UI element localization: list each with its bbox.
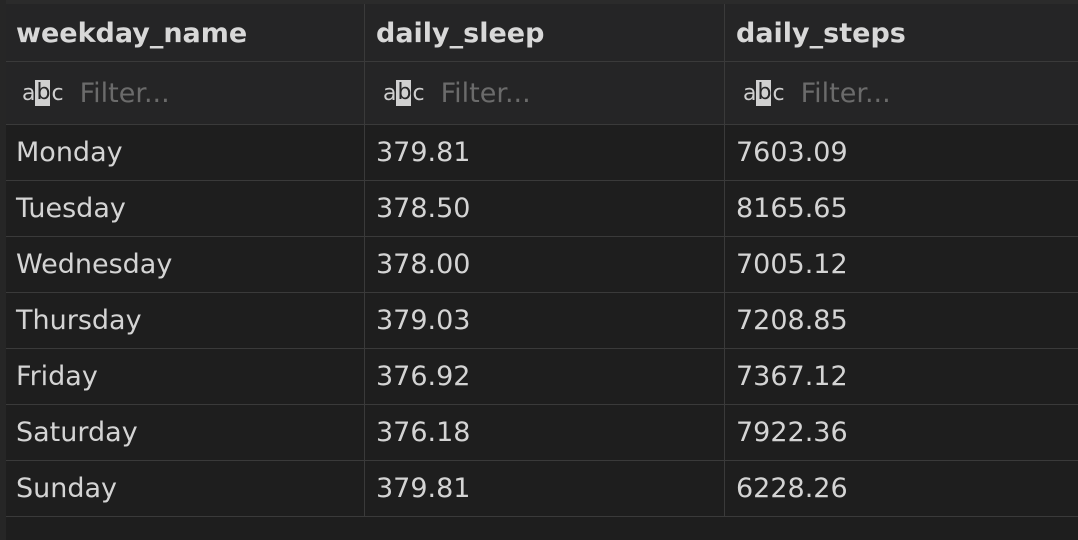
column-header-daily-steps[interactable]: daily_steps — [725, 4, 1078, 61]
cell-daily-sleep[interactable]: 376.18 — [365, 405, 725, 460]
cell-daily-steps[interactable]: 7367.12 — [725, 349, 1078, 404]
text-type-icon: abc — [383, 80, 425, 106]
filter-cell-weekday-name: abc — [6, 62, 365, 124]
cell-weekday-name[interactable]: Tuesday — [6, 181, 365, 236]
data-grid: weekday_name daily_sleep daily_steps abc… — [0, 0, 1078, 540]
cell-daily-steps[interactable]: 6228.26 — [725, 461, 1078, 516]
cell-weekday-name[interactable]: Saturday — [6, 405, 365, 460]
table-row[interactable]: Tuesday 378.50 8165.65 — [6, 181, 1078, 237]
cell-weekday-name[interactable]: Friday — [6, 349, 365, 404]
filter-input-daily-steps[interactable] — [800, 77, 1061, 109]
filter-row: abc abc abc — [6, 62, 1078, 125]
cell-daily-steps[interactable]: 7005.12 — [725, 237, 1078, 292]
cell-daily-steps[interactable]: 7603.09 — [725, 125, 1078, 180]
cell-weekday-name[interactable]: Sunday — [6, 461, 365, 516]
cell-daily-steps[interactable]: 8165.65 — [725, 181, 1078, 236]
grid-footer-space — [6, 517, 1078, 535]
cell-daily-sleep[interactable]: 378.00 — [365, 237, 725, 292]
cell-weekday-name[interactable]: Monday — [6, 125, 365, 180]
table-row[interactable]: Sunday 379.81 6228.26 — [6, 461, 1078, 517]
header-row: weekday_name daily_sleep daily_steps — [6, 0, 1078, 62]
cell-daily-sleep[interactable]: 378.50 — [365, 181, 725, 236]
column-header-weekday-name[interactable]: weekday_name — [6, 4, 365, 61]
table-row[interactable]: Monday 379.81 7603.09 — [6, 125, 1078, 181]
table-row[interactable]: Saturday 376.18 7922.36 — [6, 405, 1078, 461]
text-type-icon: abc — [22, 80, 64, 106]
cell-weekday-name[interactable]: Thursday — [6, 293, 365, 348]
table-row[interactable]: Wednesday 378.00 7005.12 — [6, 237, 1078, 293]
text-type-icon: abc — [743, 80, 785, 106]
cell-daily-steps[interactable]: 7922.36 — [725, 405, 1078, 460]
cell-daily-sleep[interactable]: 379.03 — [365, 293, 725, 348]
cell-daily-steps[interactable]: 7208.85 — [725, 293, 1078, 348]
cell-weekday-name[interactable]: Wednesday — [6, 237, 365, 292]
filter-cell-daily-steps: abc — [725, 62, 1078, 124]
filter-cell-daily-sleep: abc — [365, 62, 725, 124]
filter-input-daily-sleep[interactable] — [440, 77, 701, 109]
filter-input-weekday-name[interactable] — [79, 77, 340, 109]
cell-daily-sleep[interactable]: 376.92 — [365, 349, 725, 404]
table-row[interactable]: Friday 376.92 7367.12 — [6, 349, 1078, 405]
cell-daily-sleep[interactable]: 379.81 — [365, 461, 725, 516]
table-row[interactable]: Thursday 379.03 7208.85 — [6, 293, 1078, 349]
column-header-daily-sleep[interactable]: daily_sleep — [365, 4, 725, 61]
cell-daily-sleep[interactable]: 379.81 — [365, 125, 725, 180]
